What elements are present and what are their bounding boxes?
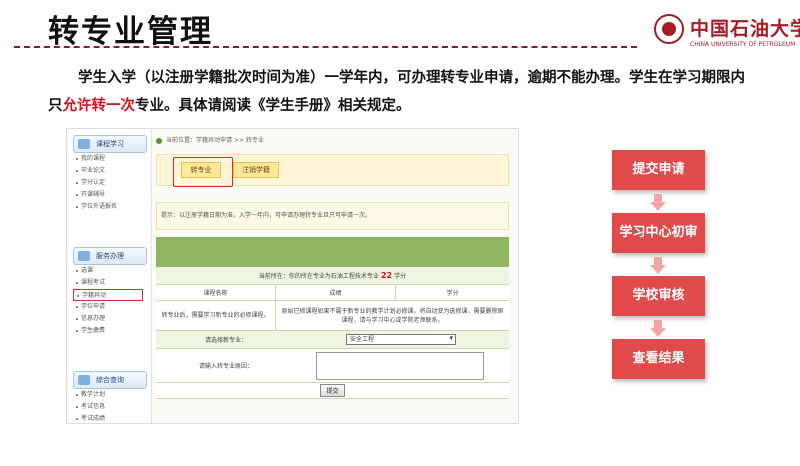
location-icon (156, 137, 162, 144)
logo-english-name: CHINA UNIVERSITY OF PETROLEUM (690, 41, 796, 48)
row-note-text: 原始已修课程如果不属于新专业的教学计划必修课，将自动变为选修课，需要删除原课程，… (281, 307, 504, 324)
down-arrow-icon (650, 194, 666, 212)
logo-chinese-name: 中国石油大学 (690, 18, 800, 40)
reason-label: 请输入转专业原因： (198, 363, 253, 370)
sidebar-item[interactable]: 我的课程 (73, 153, 147, 165)
submit-button[interactable]: 提交 (320, 384, 345, 397)
down-arrow-icon (650, 257, 666, 275)
sidebar-section-courses: 课程学习 我的课程 毕业论文 学分认定 开课辅导 学位外语报名 (73, 135, 147, 213)
tab-cancel-enrollment[interactable]: 注销学籍 (233, 162, 279, 178)
reason-textarea[interactable] (316, 351, 484, 380)
table-row: 转专业后，需要学习新专业的必修课程。 原始已修课程如果不属于新专业的教学计划必修… (156, 301, 509, 331)
university-seal-icon (654, 14, 684, 44)
tab-highlight-outline (173, 157, 233, 187)
change-major-form: 当前所在：你的所在专业为石油工程技术专业 22 学分 课程名称 成绩 学分 转专业后… (156, 237, 509, 399)
sidebar-item[interactable]: 考试信息 (73, 401, 147, 413)
main-content: 当前位置：学籍异动申请 >> 转专业 转专业 注销学籍 提示：以注册学籍日期为准… (152, 129, 518, 423)
intro-text-2: 专业。具体请阅读《学生手册》相关规定。 (135, 98, 411, 114)
sidebar-header-courses[interactable]: 课程学习 (73, 135, 147, 153)
system-screenshot: 课程学习 我的课程 毕业论文 学分认定 开课辅导 学位外语报名 服务办理 选课 … (66, 128, 519, 424)
slide-title: 转专业管理 (48, 14, 213, 50)
form-header-row: 当前所在：你的所在专业为石油工程技术专业 22 学分 (156, 267, 509, 285)
select-major-label: 请选择新专业： (204, 337, 247, 344)
sidebar: 课程学习 我的课程 毕业论文 学分认定 开课辅导 学位外语报名 服务办理 选课 … (67, 129, 152, 423)
row-course-text: 转专业后，需要学习新专业的必修课程。 (156, 301, 276, 330)
breadcrumb: 当前位置：学籍异动申请 >> 转专业 (156, 135, 264, 144)
sidebar-item[interactable]: 信息办理 (73, 313, 147, 325)
title-divider (14, 46, 637, 48)
sidebar-item[interactable]: 学分认定 (73, 177, 147, 189)
sidebar-item[interactable]: 学位申请 (73, 301, 147, 313)
flow-step-center-review: 学习中心初审 (612, 213, 705, 253)
table-header-row: 课程名称 成绩 学分 (156, 285, 509, 301)
notice-text: 提示：以注册学籍日期为准，入学一年内，可申请办理转专业且只可申请一次。 (156, 202, 509, 230)
sidebar-item[interactable]: 选课 (73, 265, 147, 277)
sidebar-item[interactable]: 教学计划 (73, 389, 147, 401)
submit-row: 提交 (156, 383, 509, 399)
search-icon (78, 375, 90, 385)
column-header-credit: 学分 (446, 290, 459, 297)
sidebar-item[interactable]: 开课辅导 (73, 189, 147, 201)
form-banner (156, 237, 509, 267)
flow-step-view-result: 查看结果 (612, 339, 705, 379)
sidebar-item[interactable]: 考试成绩 (73, 413, 147, 423)
down-arrow-icon (650, 320, 666, 338)
sidebar-section-query: 综合查询 教学计划 考试信息 考试成绩 (73, 371, 147, 423)
intro-highlight: 允许转一次 (62, 98, 136, 114)
sidebar-header-services[interactable]: 服务办理 (73, 247, 147, 265)
new-major-select[interactable]: 安全工程 (346, 334, 456, 345)
credit-count: 22 (380, 271, 393, 280)
major-select-row: 请选择新专业： 安全工程 (156, 331, 509, 349)
column-header-score: 成绩 (276, 285, 396, 300)
intro-paragraph: 学生入学（以注册学籍批次时间为准）一学年内，可办理转专业申请，逾期不能办理。学生… (48, 64, 748, 120)
sidebar-item[interactable]: 学生缴费 (73, 325, 147, 337)
sidebar-item-enrollment-change[interactable]: 学籍异动 (73, 289, 143, 301)
university-logo: 中国石油大学 CHINA UNIVERSITY OF PETROLEUM (650, 12, 800, 56)
reason-row: 请输入转专业原因： (156, 349, 509, 383)
book-icon (78, 139, 90, 149)
flow-step-school-review: 学校审核 (612, 276, 705, 316)
sidebar-header-query[interactable]: 综合查询 (73, 371, 147, 389)
sidebar-section-services: 服务办理 选课 课程考试 学籍异动 学位申请 信息办理 学生缴费 (73, 247, 147, 337)
service-icon (78, 251, 90, 261)
flow-step-submit: 提交申请 (612, 150, 705, 190)
column-header-course: 课程名称 (156, 285, 276, 300)
sidebar-item[interactable]: 学位外语报名 (73, 201, 147, 213)
sidebar-item[interactable]: 课程考试 (73, 277, 147, 289)
sidebar-item[interactable]: 毕业论文 (73, 165, 147, 177)
